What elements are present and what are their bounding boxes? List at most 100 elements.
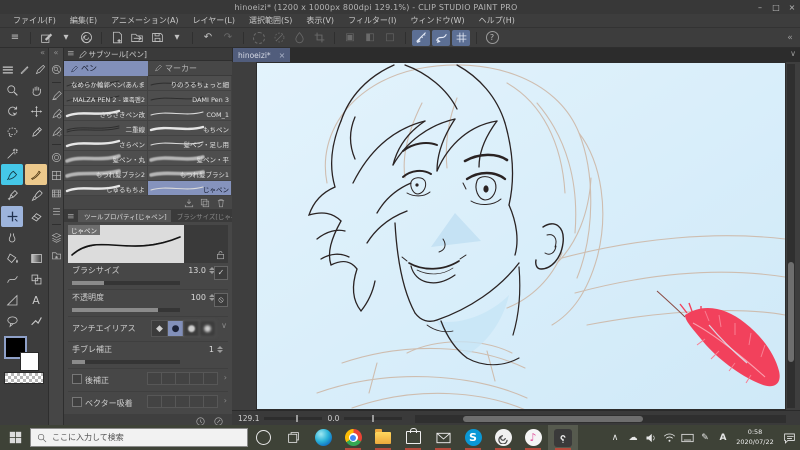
menu-file[interactable]: ファイル(F) — [6, 15, 63, 26]
vector-snap-checkbox[interactable] — [72, 397, 82, 407]
save-chevron-icon[interactable]: ▾ — [168, 30, 186, 46]
tool-operation-icon[interactable] — [17, 59, 31, 80]
tool-correct-line-icon[interactable] — [25, 311, 47, 332]
invert-selection-icon[interactable] — [290, 30, 308, 46]
brush-item[interactable]: なめらか輪郭ペン(あんま — [64, 76, 148, 90]
save-icon[interactable] — [148, 30, 166, 46]
tool-pencil-icon[interactable] — [33, 59, 47, 80]
brush-item[interactable]: 二重線 — [64, 121, 148, 135]
brush-item[interactable]: りのうるちょっと細 — [148, 76, 232, 90]
menu-help[interactable]: ヘルプ(H) — [472, 15, 522, 26]
menu-selection[interactable]: 選択範囲(S) — [242, 15, 299, 26]
open-file-icon[interactable] — [128, 30, 146, 46]
brush-size-dynamics-icon[interactable]: ✓ — [214, 266, 228, 280]
command-bar-menu-icon[interactable]: ≡ — [6, 30, 24, 46]
delete-subtool-icon[interactable] — [216, 198, 226, 208]
subtool-tab-pen[interactable]: ペン — [64, 61, 148, 76]
tool-curve-icon[interactable] — [1, 269, 23, 290]
dock-layer-icon[interactable] — [50, 230, 63, 245]
snap-to-special-ruler-icon[interactable] — [432, 29, 450, 46]
brush-item[interactable]: もちペン — [148, 121, 232, 135]
taskbar-explorer-button[interactable] — [368, 425, 398, 450]
tool-palette-collapse-icon[interactable]: « — [40, 48, 45, 59]
taskbar-mail-button[interactable] — [428, 425, 458, 450]
onedrive-cloud-icon[interactable]: ☁ — [624, 425, 642, 450]
touch-keyboard-icon[interactable] — [678, 425, 696, 450]
tool-eyedropper-icon[interactable] — [25, 122, 47, 143]
antialias-medium-icon[interactable]: ● — [183, 320, 200, 337]
menu-window[interactable]: ウィンドウ(W) — [404, 15, 472, 26]
horizontal-scrollbar-thumb[interactable] — [463, 415, 644, 422]
tool-move-layer-icon[interactable] — [25, 101, 47, 122]
dock-brush-shape-icon[interactable] — [50, 124, 63, 139]
deselect-icon[interactable] — [270, 30, 288, 46]
brush-item[interactable]: さらさきペン改 — [64, 106, 148, 120]
menu-view[interactable]: 表示(V) — [299, 15, 341, 26]
tool-property-menu-icon[interactable]: ≡ — [64, 212, 78, 222]
stabilization-value[interactable]: 1 — [209, 345, 214, 354]
background-color-swatch[interactable] — [20, 352, 39, 371]
help-icon[interactable]: ? — [483, 30, 501, 46]
lock-icon[interactable] — [216, 250, 225, 260]
brush-item[interactable]: DAMI Pen 3 — [148, 91, 232, 105]
taskbar-edge-button[interactable] — [308, 425, 338, 450]
workspace-chevron-icon[interactable]: ▾ — [57, 30, 75, 46]
taskbar-clock[interactable]: 0:58 2020/07/22 — [732, 428, 778, 448]
tool-property-tab[interactable]: ツールプロパティ[じゃペン] — [77, 210, 171, 222]
taskbar-clip-studio-paint-button[interactable] — [548, 425, 578, 450]
wifi-icon[interactable] — [660, 425, 678, 450]
dock-color-wheel-icon[interactable] — [50, 150, 63, 165]
tool-frame-border-icon[interactable] — [1, 290, 23, 311]
tab-strip-chevron-icon[interactable]: ∨ — [790, 49, 796, 58]
brush-item[interactable]: MALZA PEN 2 - 뾰족펜2 — [64, 91, 148, 105]
dock-brush-settings-icon[interactable] — [50, 106, 63, 121]
taskbar-clip-studio-button[interactable] — [488, 425, 518, 450]
cortana-button[interactable] — [248, 425, 278, 450]
stabilization-slider[interactable] — [72, 360, 180, 364]
brush-item[interactable]: さらペン — [64, 136, 148, 150]
selection-mode-remove-icon[interactable]: □ — [381, 30, 399, 46]
workspace-settings-icon[interactable] — [37, 30, 55, 46]
tool-balloon-icon[interactable] — [1, 311, 23, 332]
tool-fill-icon[interactable] — [1, 248, 23, 269]
menu-animation[interactable]: アニメーション(A) — [104, 15, 185, 26]
select-area-icon[interactable] — [250, 30, 268, 46]
brush-item[interactable]: もつれ髪ブラシ1 — [148, 166, 232, 180]
brush-item[interactable]: COM_1 — [148, 106, 232, 120]
brush-item-selected[interactable]: じゃペン — [148, 181, 232, 195]
tool-hand-icon[interactable] — [25, 80, 47, 101]
taskbar-chrome-button[interactable] — [338, 425, 368, 450]
snap-to-ruler-icon[interactable] — [412, 29, 430, 46]
subtool-panel-menu-icon[interactable]: ≡ — [67, 49, 75, 59]
dock-item-list-icon[interactable] — [50, 204, 63, 219]
taskbar-store-button[interactable] — [398, 425, 428, 450]
taskbar-itunes-button[interactable]: ♪ — [518, 425, 548, 450]
volume-icon[interactable] — [642, 425, 660, 450]
tool-gradient-icon[interactable] — [25, 248, 47, 269]
tool-rotate-view-icon[interactable] — [1, 101, 23, 122]
dock-collapse-icon[interactable]: « — [54, 48, 59, 59]
tool-zoom-icon[interactable] — [1, 80, 23, 101]
brush-item[interactable]: しゅるもちよ — [64, 181, 148, 195]
post-correction-arrow-icon[interactable]: › — [224, 373, 227, 382]
taskbar-skype-button[interactable]: S — [458, 425, 488, 450]
new-document-icon[interactable] — [108, 30, 126, 46]
zoom-percent-value[interactable]: 129.1 — [238, 414, 259, 423]
tool-auto-select-icon[interactable] — [1, 143, 23, 164]
dock-timeline-icon[interactable] — [50, 186, 63, 201]
taskbar-search-input[interactable]: ここに入力して検索 — [30, 428, 248, 447]
tool-blend-icon[interactable] — [1, 227, 23, 248]
brush-size-slider[interactable] — [72, 281, 180, 285]
tool-marker-icon[interactable] — [1, 185, 23, 206]
open-clip-studio-icon[interactable] — [77, 30, 95, 46]
canvas[interactable] — [257, 63, 785, 409]
antialias-weak-icon[interactable]: ● — [167, 320, 184, 337]
opacity-value[interactable]: 100 — [191, 293, 206, 302]
brush-size-value[interactable]: 13.0 — [188, 266, 206, 275]
undo-icon[interactable]: ↶ — [199, 30, 217, 46]
subtool-tab-marker[interactable]: マーカー — [148, 61, 232, 76]
tool-figure-icon[interactable] — [25, 269, 47, 290]
menu-edit[interactable]: 編集(E) — [63, 15, 104, 26]
tool-brush-icon[interactable] — [25, 185, 47, 206]
zoom-slider[interactable] — [264, 415, 323, 422]
